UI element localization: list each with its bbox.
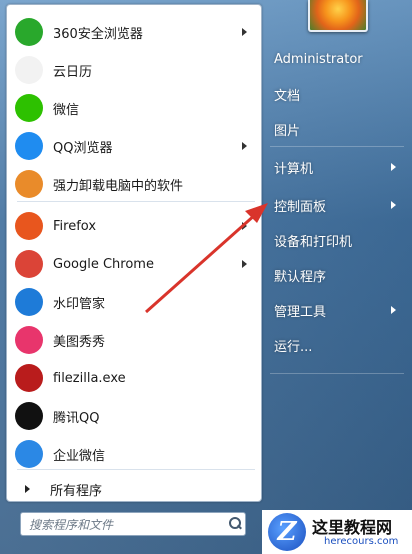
program-item-label: Google Chrome xyxy=(53,256,154,272)
program-item[interactable]: 云日历 xyxy=(11,51,257,89)
program-item[interactable]: 美图秀秀 xyxy=(11,321,257,359)
right-menu-item[interactable]: 计算机 xyxy=(266,152,406,182)
right-menu-item-label: 管理工具 xyxy=(274,304,327,320)
user-picture[interactable] xyxy=(308,0,368,32)
right-menu-item-label: 计算机 xyxy=(274,161,314,177)
right-menu-item[interactable]: 文档 xyxy=(266,79,406,109)
calendar-doc-icon xyxy=(15,56,43,84)
program-item-label: 微信 xyxy=(53,102,80,118)
right-menu-item-label: 文档 xyxy=(274,88,301,104)
watermark: Z 这里教程网 herecours.com xyxy=(262,510,412,554)
program-item-label: filezilla.exe xyxy=(53,370,126,386)
program-item-label: 强力卸载电脑中的软件 xyxy=(53,178,184,194)
watermark-logo-icon: Z xyxy=(268,513,306,551)
all-programs-label: 所有程序 xyxy=(50,483,103,499)
submenu-arrow-icon[interactable] xyxy=(242,260,247,268)
submenu-arrow-icon[interactable] xyxy=(391,163,396,171)
search-placeholder: 搜索程序和文件 xyxy=(29,517,114,532)
watermark-user-icon xyxy=(15,288,43,316)
separator xyxy=(270,373,404,374)
right-menu-item[interactable]: Administrator xyxy=(266,44,406,74)
right-menu-item[interactable]: 运行... xyxy=(266,330,406,360)
filezilla-icon xyxy=(15,364,43,392)
submenu-arrow-icon[interactable] xyxy=(242,142,247,150)
right-menu-item-label: 运行... xyxy=(274,339,313,355)
right-menu-item[interactable]: 默认程序 xyxy=(266,260,406,290)
program-item[interactable]: 水印管家 xyxy=(11,283,257,321)
submenu-arrow-icon[interactable] xyxy=(391,306,396,314)
submenu-arrow-icon[interactable] xyxy=(391,201,396,209)
watermark-subtitle: herecours.com xyxy=(324,536,399,547)
right-menu-item-label: 控制面板 xyxy=(274,199,327,215)
program-item[interactable]: 强力卸载电脑中的软件 xyxy=(11,165,257,203)
right-menu-item-label: 默认程序 xyxy=(274,269,327,285)
program-item[interactable]: filezilla.exe xyxy=(11,359,257,397)
search-input[interactable]: 搜索程序和文件 xyxy=(20,512,246,536)
program-item-label: 企业微信 xyxy=(53,448,106,464)
wechat-icon xyxy=(15,94,43,122)
right-menu-item[interactable]: 图片 xyxy=(266,114,406,144)
program-list: 360安全浏览器 云日历微信 QQ浏览器强力卸载电脑中的软件 Firefox Googl… xyxy=(6,4,262,502)
search-icon[interactable] xyxy=(225,514,245,534)
right-menu-item-label: 图片 xyxy=(274,123,301,139)
right-menu-item-label: 设备和打印机 xyxy=(274,234,353,250)
qq-penguin-icon xyxy=(15,402,43,430)
program-item-label: 水印管家 xyxy=(53,296,106,312)
program-item[interactable]: 微信 xyxy=(11,89,257,127)
program-item[interactable]: Firefox xyxy=(11,207,257,245)
meitu-icon xyxy=(15,326,43,354)
360-browser-icon xyxy=(15,18,43,46)
separator xyxy=(17,201,255,202)
program-item-label: 360安全浏览器 xyxy=(53,26,143,42)
right-menu-item[interactable]: 管理工具 xyxy=(266,295,406,325)
separator xyxy=(17,469,255,470)
qq-browser-icon xyxy=(15,132,43,160)
chrome-icon xyxy=(15,250,43,278)
watermark-title: 这里教程网 xyxy=(312,518,393,537)
program-item-label: QQ浏览器 xyxy=(53,140,113,156)
program-item[interactable]: QQ浏览器 xyxy=(11,127,257,165)
program-item-label: 美图秀秀 xyxy=(53,334,106,350)
program-item[interactable]: 360安全浏览器 xyxy=(11,13,257,51)
all-programs-button[interactable]: 所有程序 xyxy=(11,475,257,503)
program-item-label: Firefox xyxy=(53,218,97,234)
right-menu-item[interactable]: 设备和打印机 xyxy=(266,225,406,255)
program-item[interactable]: 腾讯QQ xyxy=(11,397,257,435)
right-menu-item[interactable]: 控制面板 xyxy=(266,190,406,220)
firefox-icon xyxy=(15,212,43,240)
wecom-icon xyxy=(15,440,43,468)
expand-arrow-icon xyxy=(25,485,30,493)
program-item[interactable]: 企业微信 xyxy=(11,435,257,473)
uninstall-box-icon xyxy=(15,170,43,198)
program-item-label: 腾讯QQ xyxy=(53,410,100,426)
submenu-arrow-icon[interactable] xyxy=(242,222,247,230)
right-menu-item-label: Administrator xyxy=(274,51,363,67)
submenu-arrow-icon[interactable] xyxy=(242,28,247,36)
separator xyxy=(270,146,404,147)
program-item-label: 云日历 xyxy=(53,64,93,80)
program-item[interactable]: Google Chrome xyxy=(11,245,257,283)
